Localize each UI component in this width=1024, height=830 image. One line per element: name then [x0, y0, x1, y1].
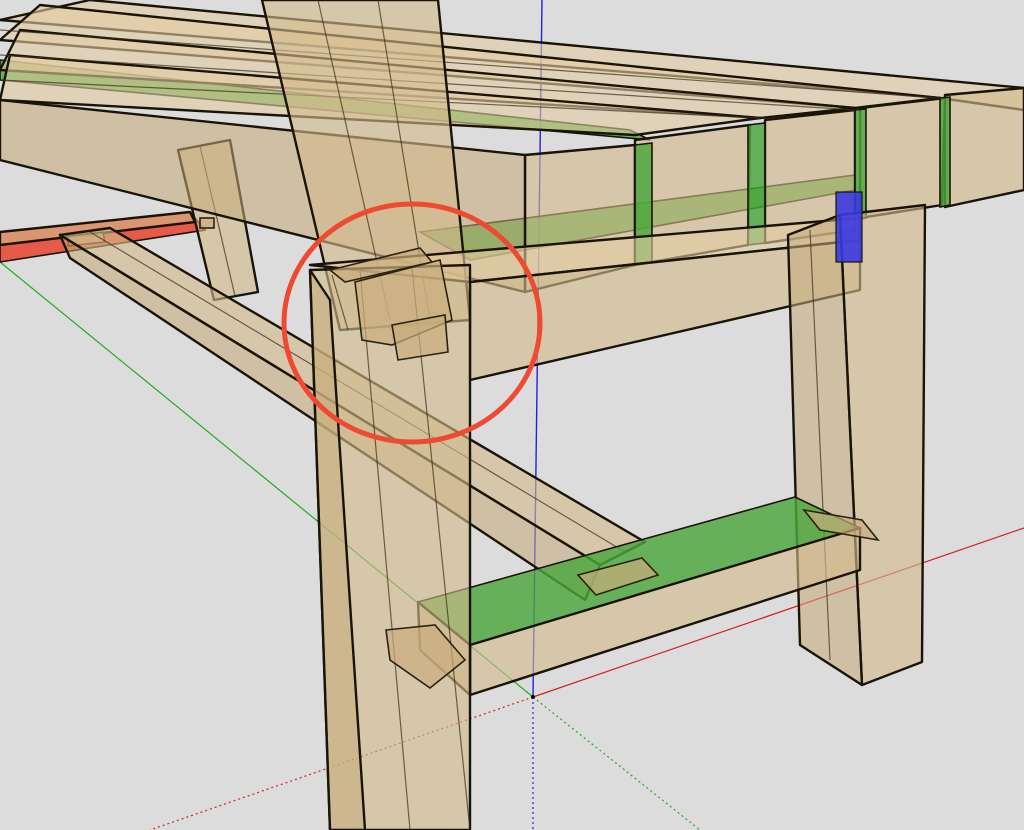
- plank-0-end: [943, 86, 1024, 209]
- right-leg[interactable]: [786, 191, 927, 687]
- axis-origin-icon: [531, 695, 535, 699]
- plank-1-end: [858, 96, 947, 220]
- bench-3d-model[interactable]: [0, 0, 1024, 830]
- sketchup-model-viewport[interactable]: [0, 0, 1024, 830]
- green-axis-dotted: [532, 696, 701, 830]
- blue-face: [835, 191, 863, 263]
